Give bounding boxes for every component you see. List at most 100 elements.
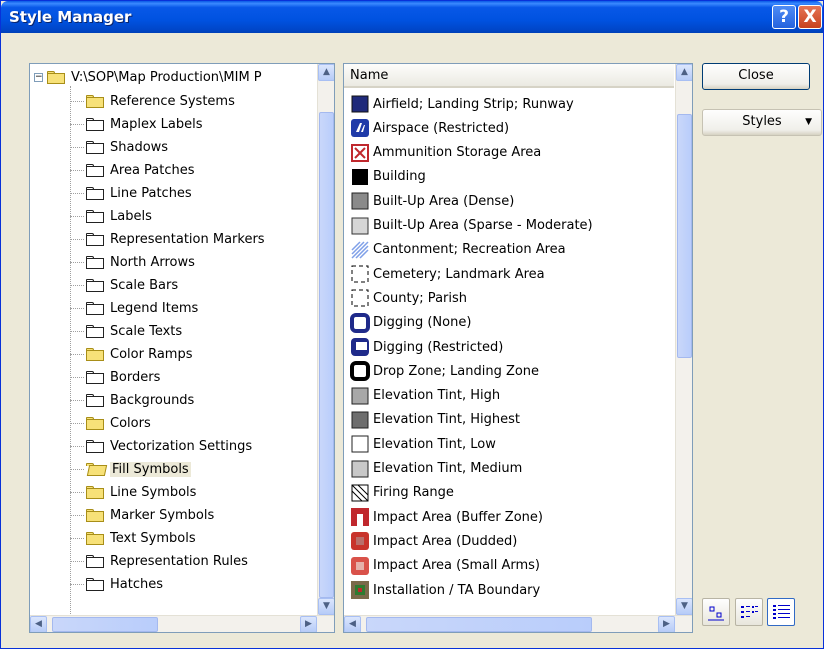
list-item[interactable]: Impact Area (Dudded) [350, 529, 517, 553]
list-horizontal-scrollbar[interactable]: ◀ ▶ [344, 615, 692, 632]
list-item[interactable]: Built-Up Area (Dense) [350, 189, 514, 213]
list-scroll-thumb[interactable] [677, 114, 692, 358]
list-item[interactable]: Airfield; Landing Strip; Runway [350, 92, 574, 116]
styles-menu-button[interactable]: Styles ▼ [702, 109, 822, 136]
tree-item[interactable]: Line Patches [86, 182, 192, 204]
list-item[interactable]: Elevation Tint, Highest [350, 408, 520, 432]
list-item-label: County; Parish [373, 290, 468, 306]
navy-outline-icon [350, 312, 370, 333]
tree-hscroll-thumb[interactable] [52, 617, 158, 632]
tree-root-label: V:\SOP\Map Production\MIM P [71, 69, 262, 85]
list-item[interactable]: Cantonment; Recreation Area [350, 238, 566, 262]
name-column-header[interactable]: Name [344, 64, 674, 88]
view-details-button[interactable] [767, 598, 795, 626]
tree-item[interactable]: Shadows [86, 136, 168, 158]
tree-horizontal-scrollbar[interactable]: ◀ ▶ [30, 615, 334, 632]
tree-connector [70, 239, 84, 240]
list-item[interactable]: Firing Range [350, 481, 454, 505]
list-item[interactable]: Installation / TA Boundary [350, 578, 540, 602]
list-item[interactable]: County; Parish [350, 286, 467, 310]
list-vertical-scrollbar[interactable]: ▲ ▼ [675, 64, 692, 615]
tree-item[interactable]: North Arrows [86, 251, 195, 273]
styles-label: Styles [742, 114, 782, 129]
tree-connector [70, 446, 84, 447]
tree-item-label: Reference Systems [110, 93, 235, 109]
scroll-up-icon[interactable]: ▲ [318, 64, 334, 81]
tree-connector [70, 515, 84, 516]
tree-connector [70, 147, 84, 148]
tree-item[interactable]: Labels [86, 205, 152, 227]
scroll-left-icon[interactable]: ◀ [344, 616, 361, 632]
list-item[interactable]: Elevation Tint, High [350, 384, 500, 408]
tree-item-label: Representation Rules [110, 553, 248, 569]
scroll-down-icon[interactable]: ▼ [676, 598, 692, 615]
list-item-label: Digging (Restricted) [373, 339, 504, 355]
symbol-list[interactable]: Name Airfield; Landing Strip; Runway Airs… [343, 63, 693, 633]
folder-icon [86, 393, 104, 407]
tree-connector [70, 124, 84, 125]
list-item[interactable]: Digging (Restricted) [350, 335, 503, 359]
collapse-icon[interactable]: − [34, 72, 43, 82]
scroll-down-icon[interactable]: ▼ [318, 598, 334, 615]
style-folder-tree[interactable]: − V:\SOP\Map Production\MIM P Reference … [29, 63, 335, 633]
tree-item[interactable]: Fill Symbols [86, 458, 191, 480]
tree-item[interactable]: Color Ramps [86, 343, 192, 365]
tree-connector [70, 561, 84, 562]
tree-item[interactable]: Legend Items [86, 297, 198, 319]
list-item[interactable]: Elevation Tint, Low [350, 432, 496, 456]
scroll-right-icon[interactable]: ▶ [658, 616, 675, 632]
navy-corner-icon [350, 337, 370, 357]
tree-item[interactable]: Borders [86, 366, 160, 388]
list-item[interactable]: Impact Area (Buffer Zone) [350, 505, 543, 529]
list-item[interactable]: Elevation Tint, Medium [350, 457, 522, 481]
close-button[interactable]: Close [702, 63, 810, 90]
view-list-icon [741, 606, 758, 618]
tree-vertical-scrollbar[interactable]: ▲ ▼ [317, 64, 334, 615]
tree-connector [70, 308, 84, 309]
list-item[interactable]: Airspace (Restricted) [350, 116, 509, 140]
folder-icon [86, 117, 104, 131]
help-button[interactable]: ? [772, 5, 796, 29]
list-item-label: Cemetery; Landmark Area [373, 266, 545, 282]
folder-icon [86, 554, 104, 568]
tree-item[interactable]: Maplex Labels [86, 113, 203, 135]
list-item[interactable]: Impact Area (Small Arms) [350, 554, 540, 578]
tree-item[interactable]: Hatches [86, 573, 163, 595]
list-item[interactable]: Built-Up Area (Sparse - Moderate) [350, 214, 593, 238]
tree-item[interactable]: Scale Bars [86, 274, 178, 296]
window-close-button[interactable]: X [798, 5, 822, 29]
scroll-left-icon[interactable]: ◀ [30, 616, 47, 632]
tree-item[interactable]: Representation Markers [86, 228, 265, 250]
tree-item[interactable]: Line Symbols [86, 481, 196, 503]
tree-item-label: Colors [110, 415, 151, 431]
scroll-up-icon[interactable]: ▲ [676, 64, 692, 81]
tree-item-label: Scale Texts [110, 323, 183, 339]
list-item[interactable]: Digging (None) [350, 311, 471, 335]
folder-icon [86, 140, 104, 154]
view-large-icons-button[interactable] [702, 598, 730, 626]
tree-item[interactable]: Reference Systems [86, 90, 235, 112]
scroll-right-icon[interactable]: ▶ [300, 616, 317, 632]
tree-item[interactable]: Backgrounds [86, 389, 194, 411]
tree-item[interactable]: Area Patches [86, 159, 195, 181]
list-item[interactable]: Drop Zone; Landing Zone [350, 359, 539, 383]
list-item-label: Firing Range [373, 485, 454, 501]
tree-connector [70, 331, 84, 332]
list-hscroll-thumb[interactable] [366, 617, 592, 632]
tree-item[interactable]: Representation Rules [86, 550, 248, 572]
tree-item[interactable]: Text Symbols [86, 527, 196, 549]
tree-item[interactable]: Marker Symbols [86, 504, 214, 526]
list-item[interactable]: Building [350, 165, 426, 189]
tree-item[interactable]: Scale Texts [86, 320, 182, 342]
blue-hatch-icon [350, 240, 370, 260]
folder-icon [86, 163, 104, 177]
list-item[interactable]: Cemetery; Landmark Area [350, 262, 545, 286]
title-bar[interactable]: Style Manager ? X [1, 1, 823, 33]
tree-scroll-thumb[interactable] [319, 112, 334, 598]
list-item[interactable]: Ammunition Storage Area [350, 141, 541, 165]
tree-item[interactable]: Vectorization Settings [86, 435, 252, 457]
tree-item[interactable]: Colors [86, 412, 151, 434]
view-list-button[interactable] [735, 598, 763, 626]
tree-root-item[interactable]: − V:\SOP\Map Production\MIM P [34, 68, 262, 86]
red-bracket-icon [350, 507, 370, 527]
